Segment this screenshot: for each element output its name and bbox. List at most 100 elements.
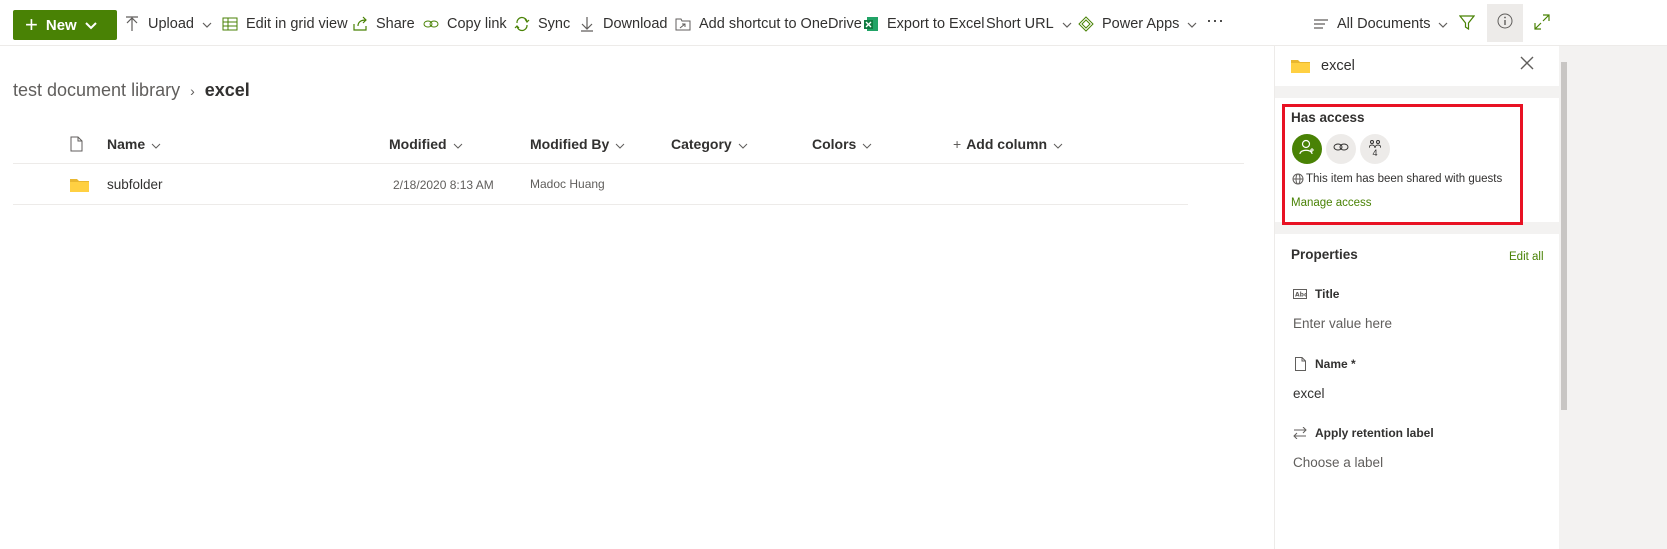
filter-icon	[1458, 14, 1476, 35]
details-pane: excel Has access 4 This item has been sh…	[1274, 46, 1667, 549]
add-shortcut-button[interactable]: Add shortcut to OneDrive	[675, 14, 862, 34]
command-bar: + New Upload Edit in grid view Share Cop…	[0, 0, 1667, 46]
link-icon	[1333, 140, 1349, 158]
people-count-button[interactable]: 4	[1360, 134, 1390, 164]
people-icon	[1369, 140, 1381, 148]
add-column-button[interactable]: + Add column	[953, 136, 1063, 152]
add-shortcut-label: Add shortcut to OneDrive	[699, 16, 862, 32]
list-view-icon	[1313, 16, 1329, 32]
folder-icon	[70, 177, 89, 197]
chevron-down-icon	[738, 136, 748, 152]
column-category-label: Category	[671, 136, 732, 152]
list-item[interactable]: subfolder 2/18/2020 8:13 AM Madoc Huang	[13, 164, 1188, 205]
excel-icon	[863, 16, 879, 32]
view-label: All Documents	[1337, 16, 1431, 32]
column-colors-label: Colors	[812, 136, 857, 152]
chevron-right-icon: ›	[190, 82, 195, 99]
more-button[interactable]: ···	[1206, 10, 1224, 30]
swap-icon	[1293, 426, 1307, 440]
link-icon	[423, 16, 439, 32]
svg-text:Abc: Abc	[1295, 292, 1307, 299]
details-pane-header: excel	[1275, 46, 1559, 86]
column-name[interactable]: Name	[107, 136, 161, 152]
export-excel-label: Export to Excel	[887, 16, 985, 32]
item-modified-by[interactable]: Madoc Huang	[530, 177, 605, 191]
chevron-down-icon	[1438, 16, 1448, 32]
scrollbar[interactable]	[1560, 46, 1568, 549]
chevron-down-icon	[453, 136, 463, 152]
column-modified[interactable]: Modified	[389, 136, 463, 152]
sync-button[interactable]: Sync	[514, 14, 570, 34]
column-modified-by-label: Modified By	[530, 136, 610, 152]
add-person-icon	[1299, 139, 1315, 160]
name-field-input[interactable]: excel	[1293, 386, 1325, 401]
share-button[interactable]: Share	[352, 14, 415, 34]
file-type-icon[interactable]	[70, 136, 83, 157]
expand-button[interactable]	[1525, 8, 1559, 40]
edit-grid-view-button[interactable]: Edit in grid view	[222, 14, 348, 34]
name-field-label: Name *	[1293, 357, 1356, 371]
chevron-down-icon	[84, 17, 97, 34]
title-field-label: Abc Title	[1293, 287, 1340, 301]
more-icon: ···	[1206, 9, 1224, 30]
filter-button[interactable]	[1450, 8, 1484, 40]
breadcrumb-parent[interactable]: test document library	[13, 80, 180, 101]
plus-icon: +	[25, 12, 38, 37]
people-count: 4	[1372, 148, 1378, 158]
column-modified-by[interactable]: Modified By	[530, 136, 625, 152]
links-button[interactable]	[1326, 134, 1356, 164]
column-colors[interactable]: Colors	[812, 136, 872, 152]
copy-link-button[interactable]: Copy link	[423, 14, 507, 34]
upload-icon	[124, 16, 140, 32]
folder-icon	[1291, 58, 1310, 78]
globe-icon	[1292, 172, 1304, 190]
shortcut-icon	[675, 16, 691, 32]
short-url-button[interactable]: Short URL	[986, 14, 1072, 34]
column-name-label: Name	[107, 136, 146, 152]
download-button[interactable]: Download	[579, 14, 668, 34]
power-apps-label: Power Apps	[1102, 16, 1180, 32]
add-column-label: Add column	[966, 136, 1048, 152]
new-button[interactable]: + New	[13, 10, 117, 40]
breadcrumb: test document library › excel	[13, 80, 250, 101]
retention-label-select[interactable]: Choose a label	[1293, 455, 1383, 470]
view-selector[interactable]: All Documents	[1313, 14, 1448, 34]
power-apps-button[interactable]: Power Apps	[1078, 14, 1197, 34]
edit-all-link[interactable]: Edit all	[1509, 251, 1544, 263]
column-category[interactable]: Category	[671, 136, 748, 152]
grid-icon	[222, 16, 238, 32]
export-excel-button[interactable]: Export to Excel	[863, 14, 985, 34]
sync-label: Sync	[538, 16, 571, 32]
copy-link-label: Copy link	[447, 16, 507, 32]
share-label: Share	[376, 16, 415, 32]
info-pane-button[interactable]	[1487, 4, 1523, 42]
properties-title: Properties	[1291, 247, 1358, 262]
chevron-down-icon	[1062, 16, 1072, 32]
retention-label-field-label: Apply retention label	[1293, 426, 1434, 440]
details-pane-title: excel	[1321, 58, 1355, 74]
upload-label: Upload	[148, 16, 194, 32]
plus-icon: +	[953, 136, 962, 152]
title-field-input[interactable]: Enter value here	[1293, 316, 1392, 331]
download-label: Download	[603, 16, 668, 32]
chevron-down-icon	[1053, 136, 1063, 152]
text-field-icon: Abc	[1293, 287, 1307, 301]
sync-icon	[514, 16, 530, 32]
has-access-title: Has access	[1291, 110, 1365, 125]
item-name-link[interactable]: subfolder	[107, 177, 163, 192]
chevron-down-icon	[862, 136, 872, 152]
document-icon	[1293, 357, 1307, 371]
chevron-down-icon	[202, 16, 212, 32]
close-icon[interactable]	[1520, 56, 1534, 75]
expand-icon	[1534, 13, 1550, 35]
scrollbar-thumb[interactable]	[1561, 62, 1567, 410]
new-button-label: New	[45, 16, 77, 34]
edit-grid-view-label: Edit in grid view	[246, 16, 348, 32]
download-icon	[579, 16, 595, 32]
breadcrumb-current: excel	[204, 80, 250, 100]
share-people-button[interactable]	[1292, 134, 1322, 164]
upload-button[interactable]: Upload	[124, 14, 212, 34]
manage-access-link[interactable]: Manage access	[1291, 197, 1372, 209]
chevron-down-icon	[151, 136, 161, 152]
column-modified-label: Modified	[389, 136, 447, 152]
